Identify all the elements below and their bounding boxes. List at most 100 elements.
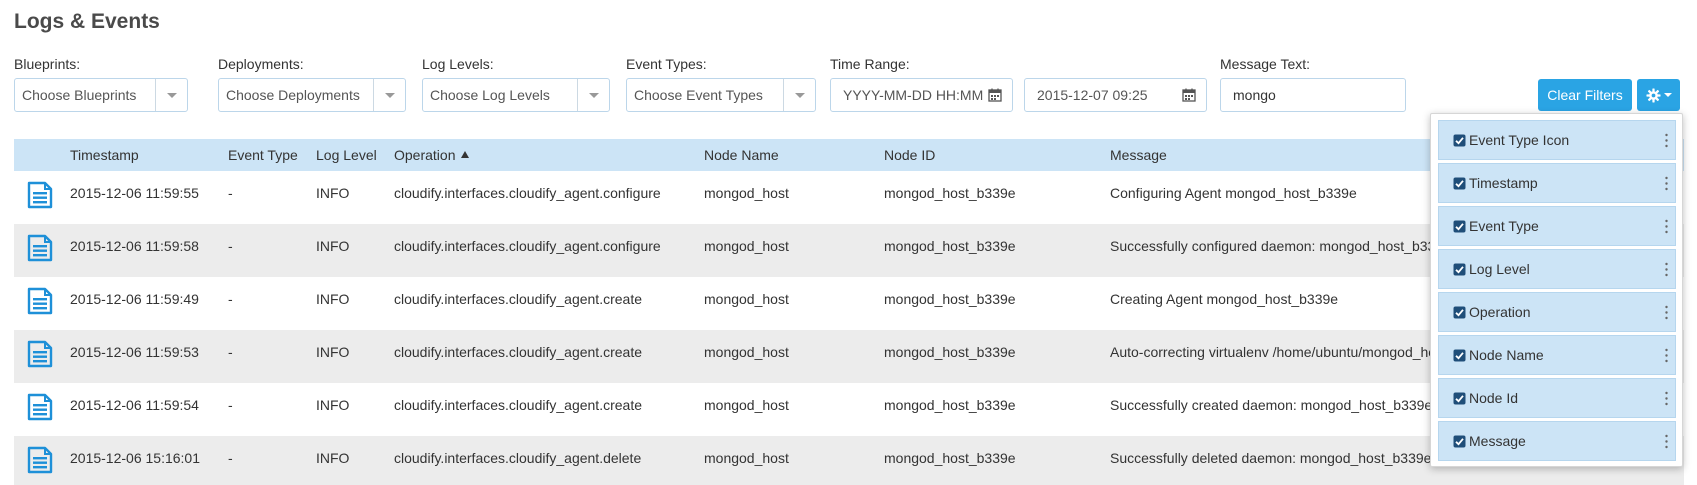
- column-toggle-item[interactable]: Event Type Icon: [1438, 120, 1676, 160]
- cell-timestamp: 2015-12-06 11:59:58: [70, 238, 199, 254]
- drag-handle-icon[interactable]: [1665, 133, 1668, 148]
- column-toggle-item[interactable]: Event Type: [1438, 206, 1676, 246]
- page-title: Logs & Events: [14, 10, 160, 33]
- blueprints-select-text: Choose Blueprints: [22, 87, 137, 103]
- caret-down-icon: [1663, 93, 1672, 97]
- checkbox-checked-icon[interactable]: [1453, 263, 1466, 276]
- cell-node-id: mongod_host_b339e: [884, 238, 1016, 254]
- blueprints-label: Blueprints:: [14, 56, 81, 72]
- message-text-input[interactable]: [1220, 78, 1406, 112]
- header-timestamp[interactable]: Timestamp: [70, 139, 139, 171]
- drag-handle-icon[interactable]: [1665, 434, 1668, 449]
- column-toggle-label: Node Name: [1469, 347, 1544, 363]
- header-operation[interactable]: Operation: [394, 139, 470, 171]
- header-node-name[interactable]: Node Name: [704, 139, 779, 171]
- cell-node-id: mongod_host_b339e: [884, 450, 1016, 466]
- cell-operation: cloudify.interfaces.cloudify_agent.creat…: [394, 397, 642, 413]
- column-toggle-item[interactable]: Timestamp: [1438, 163, 1676, 203]
- cell-message: Creating Agent mongod_host_b339e: [1110, 291, 1339, 307]
- cell-message: Auto-correcting virtualenv /home/ubuntu/…: [1110, 344, 1440, 360]
- checkbox-checked-icon[interactable]: [1453, 220, 1466, 233]
- header-message[interactable]: Message: [1110, 139, 1167, 171]
- checkbox-checked-icon[interactable]: [1453, 177, 1466, 190]
- cell-timestamp: 2015-12-06 11:59:49: [70, 291, 199, 307]
- drag-handle-icon[interactable]: [1665, 348, 1668, 363]
- chevron-down-icon[interactable]: [783, 79, 815, 111]
- column-toggle-item[interactable]: Operation: [1438, 292, 1676, 332]
- column-toggle-label: Node Id: [1469, 390, 1519, 406]
- deployments-label: Deployments:: [218, 56, 304, 72]
- calendar-icon[interactable]: [1182, 88, 1196, 102]
- drag-handle-icon[interactable]: [1665, 305, 1668, 320]
- cell-node-name: mongod_host: [704, 185, 789, 201]
- checkbox-checked-icon[interactable]: [1453, 349, 1466, 362]
- column-settings-button[interactable]: [1637, 79, 1680, 111]
- cell-node-name: mongod_host: [704, 450, 789, 466]
- deployments-filter: Deployments:: [218, 54, 304, 74]
- cell-node-id: mongod_host_b339e: [884, 344, 1016, 360]
- cell-log-level: INFO: [316, 450, 350, 466]
- drag-handle-icon[interactable]: [1665, 391, 1668, 406]
- document-icon: [27, 287, 53, 315]
- cell-message: Successfully configured daemon: mongod_h…: [1110, 238, 1440, 254]
- blueprints-select[interactable]: Choose Blueprints: [14, 78, 188, 112]
- blueprints-filter: Blueprints:: [14, 54, 80, 74]
- time-range-from-input[interactable]: YYYY-MM-DD HH:MM: [830, 78, 1013, 112]
- clear-filters-button[interactable]: Clear Filters: [1538, 79, 1632, 111]
- cell-node-id: mongod_host_b339e: [884, 291, 1016, 307]
- checkbox-checked-icon[interactable]: [1453, 134, 1466, 147]
- column-toggle-label: Timestamp: [1469, 175, 1538, 191]
- column-toggle-label: Log Level: [1469, 261, 1530, 277]
- time-range-to-text: 2015-12-07 09:25: [1037, 87, 1148, 103]
- header-operation-label: Operation: [394, 147, 456, 163]
- drag-handle-icon[interactable]: [1665, 262, 1668, 277]
- checkbox-checked-icon[interactable]: [1453, 392, 1466, 405]
- cell-timestamp: 2015-12-06 11:59:53: [70, 344, 199, 360]
- time-range-from-text: YYYY-MM-DD HH:MM: [843, 87, 984, 103]
- cell-log-level: INFO: [316, 238, 350, 254]
- column-toggle-item[interactable]: Node Id: [1438, 378, 1676, 418]
- cell-event-type: -: [228, 238, 233, 254]
- log-levels-select[interactable]: Choose Log Levels: [422, 78, 610, 112]
- cell-event-type: -: [228, 291, 233, 307]
- chevron-down-icon[interactable]: [577, 79, 609, 111]
- log-levels-label: Log Levels:: [422, 56, 494, 72]
- message-text-label: Message Text:: [1220, 56, 1311, 72]
- chevron-down-icon[interactable]: [373, 79, 405, 111]
- cell-operation: cloudify.interfaces.cloudify_agent.confi…: [394, 185, 661, 201]
- document-icon: [27, 234, 53, 262]
- header-event-type[interactable]: Event Type: [228, 139, 298, 171]
- cell-log-level: INFO: [316, 185, 350, 201]
- header-node-id[interactable]: Node ID: [884, 139, 935, 171]
- deployments-select-text: Choose Deployments: [226, 87, 360, 103]
- log-levels-filter: Log Levels:: [422, 54, 494, 74]
- cell-message: Successfully created daemon: mongod_host…: [1110, 397, 1433, 413]
- event-types-select[interactable]: Choose Event Types: [626, 78, 816, 112]
- cell-node-name: mongod_host: [704, 344, 789, 360]
- checkbox-checked-icon[interactable]: [1453, 435, 1466, 448]
- time-range-to-input[interactable]: 2015-12-07 09:25: [1024, 78, 1207, 112]
- drag-handle-icon[interactable]: [1665, 219, 1668, 234]
- deployments-select[interactable]: Choose Deployments: [218, 78, 406, 112]
- column-toggle-label: Message: [1469, 433, 1526, 449]
- chevron-down-icon[interactable]: [155, 79, 187, 111]
- cell-timestamp: 2015-12-06 11:59:55: [70, 185, 199, 201]
- cell-message: Successfully deleted daemon: mongod_host…: [1110, 450, 1432, 466]
- column-toggle-item[interactable]: Node Name: [1438, 335, 1676, 375]
- cell-event-type: -: [228, 185, 233, 201]
- cell-operation: cloudify.interfaces.cloudify_agent.delet…: [394, 450, 642, 466]
- column-toggle-item[interactable]: Log Level: [1438, 249, 1676, 289]
- drag-handle-icon[interactable]: [1665, 176, 1668, 191]
- column-toggle-label: Event Type Icon: [1469, 132, 1570, 148]
- cell-node-id: mongod_host_b339e: [884, 185, 1016, 201]
- calendar-icon[interactable]: [988, 88, 1002, 102]
- sort-ascending-icon: [461, 151, 470, 158]
- cell-event-type: -: [228, 344, 233, 360]
- time-range-filter: Time Range:: [830, 54, 910, 74]
- column-toggle-item[interactable]: Message: [1438, 421, 1676, 461]
- cell-operation: cloudify.interfaces.cloudify_agent.creat…: [394, 291, 642, 307]
- time-range-label: Time Range:: [830, 56, 910, 72]
- header-log-level[interactable]: Log Level: [316, 139, 377, 171]
- cell-log-level: INFO: [316, 344, 350, 360]
- checkbox-checked-icon[interactable]: [1453, 306, 1466, 319]
